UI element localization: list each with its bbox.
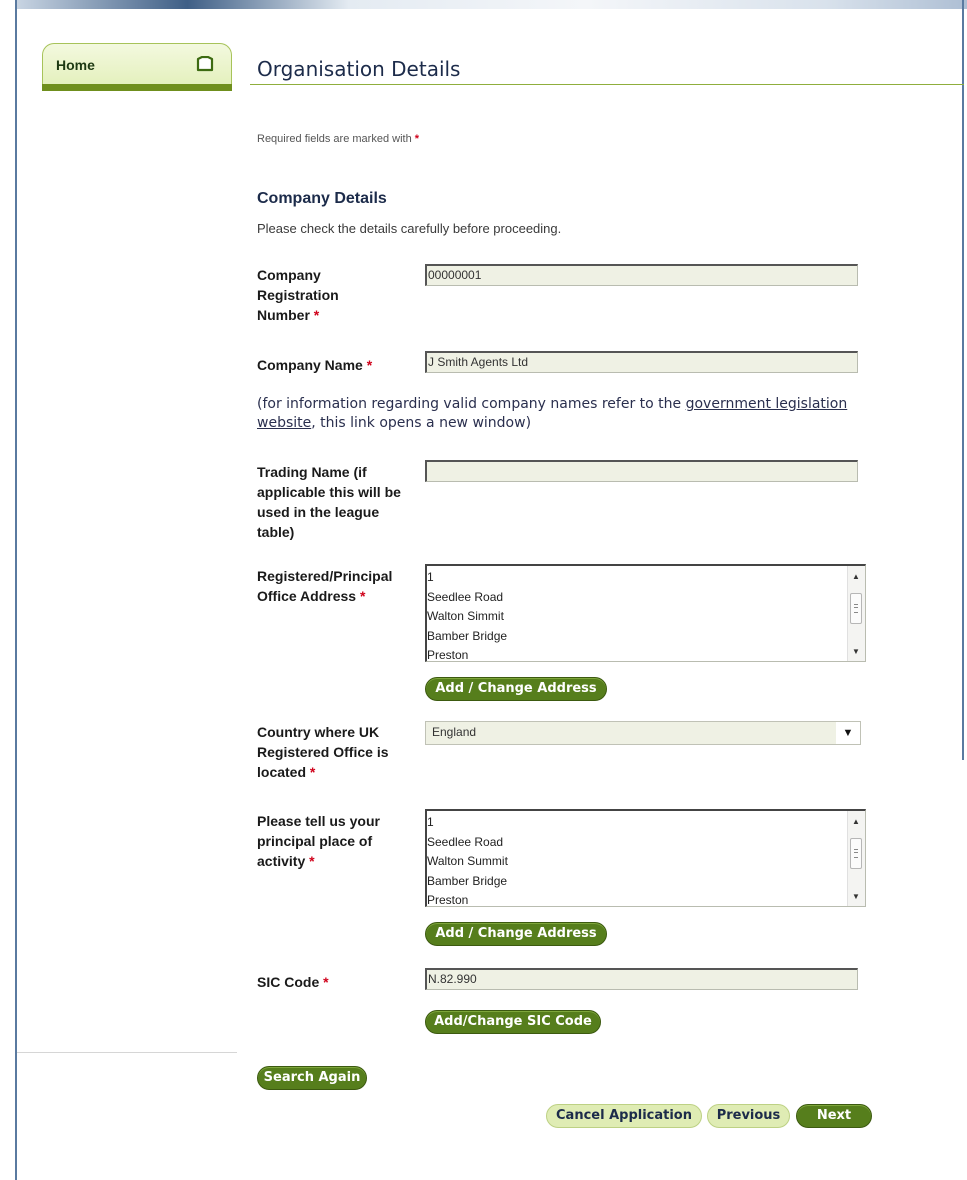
office-address-label: Registered/Principal Office Address *	[257, 566, 417, 606]
trading-name-label: Trading Name (if applicable this will be…	[257, 464, 401, 540]
previous-button[interactable]: Previous	[707, 1104, 790, 1128]
title-divider	[250, 84, 964, 85]
company-name-label: Company Name *	[257, 355, 417, 375]
required-star: *	[366, 357, 373, 373]
office-address-scrollbar[interactable]: ▲ ▼	[847, 566, 865, 661]
address-line: Preston	[427, 893, 469, 907]
sic-code-input[interactable]: N.82.990	[425, 968, 858, 990]
address-line: 1	[427, 570, 434, 584]
activity-address-listbox[interactable]: 1 Seedlee Road Walton Summit Bamber Brid…	[425, 809, 866, 907]
info-text-before: (for information regarding valid company…	[257, 396, 682, 412]
address-line: Preston	[427, 648, 469, 662]
scroll-down-arrow-icon[interactable]: ▼	[852, 647, 860, 656]
scroll-up-arrow-icon[interactable]: ▲	[852, 817, 860, 826]
info-text-after: , this link opens a new window)	[311, 415, 532, 431]
activity-address-label: Please tell us your principal place of a…	[257, 811, 407, 871]
reg-number-label-text: Company Registration Number	[257, 267, 339, 323]
required-note-text: Required fields are marked with	[257, 133, 412, 145]
scroll-thumb[interactable]	[850, 593, 862, 624]
section-subtitle: Please check the details carefully befor…	[257, 221, 562, 236]
office-address-listbox[interactable]: 1 Seedlee Road Walton Simmit Bamber Brid…	[425, 564, 866, 662]
country-label-text: Country where UK Registered Office is lo…	[257, 724, 389, 780]
country-select-value: England	[432, 725, 477, 739]
required-fields-note: Required fields are marked with *	[257, 133, 419, 145]
activity-address-scrollbar[interactable]: ▲ ▼	[847, 811, 865, 906]
sic-code-label: SIC Code *	[257, 972, 417, 992]
company-name-label-text: Company Name	[257, 357, 363, 373]
company-name-info: (for information regarding valid company…	[257, 395, 857, 433]
activity-address-lines: 1 Seedlee Road Walton Summit Bamber Brid…	[427, 813, 847, 907]
reg-number-label: Company Registration Number *	[257, 265, 367, 325]
required-star: *	[309, 764, 316, 780]
home-tab[interactable]: Home	[42, 43, 232, 91]
scroll-down-arrow-icon[interactable]: ▼	[852, 892, 860, 901]
scroll-up-arrow-icon[interactable]: ▲	[852, 572, 860, 581]
trading-name-input[interactable]	[425, 460, 858, 482]
page-title: Organisation Details	[257, 57, 461, 81]
sidebar-divider	[17, 1052, 237, 1053]
cancel-application-button[interactable]: Cancel Application	[546, 1104, 702, 1128]
address-line: 1	[427, 815, 434, 829]
office-address-label-text: Registered/Principal Office Address	[257, 568, 393, 604]
address-line: Seedlee Road	[427, 589, 504, 604]
address-line: Bamber Bridge	[427, 628, 508, 643]
change-office-address-button[interactable]: Add / Change Address	[425, 677, 607, 701]
reg-number-input[interactable]: 00000001	[425, 264, 858, 286]
required-star: *	[359, 588, 366, 604]
address-line: Seedlee Road	[427, 834, 504, 849]
country-select[interactable]: England ▼	[425, 721, 861, 745]
next-button[interactable]: Next	[796, 1104, 872, 1128]
top-banner-strip	[16, 0, 967, 9]
required-star: *	[414, 133, 420, 145]
change-activity-address-button[interactable]: Add / Change Address	[425, 922, 607, 946]
address-line: Bamber Bridge	[427, 873, 508, 888]
change-sic-code-button[interactable]: Add/Change SIC Code	[425, 1010, 601, 1034]
required-star: *	[323, 974, 329, 990]
required-star: *	[313, 307, 320, 323]
frame-left-border	[15, 0, 17, 1180]
frame-right-border	[962, 0, 964, 760]
required-star: *	[309, 853, 315, 869]
country-label: Country where UK Registered Office is lo…	[257, 722, 407, 782]
office-address-lines: 1 Seedlee Road Walton Simmit Bamber Brid…	[427, 568, 847, 662]
activity-address-label-text: Please tell us your principal place of a…	[257, 813, 380, 869]
home-icon	[196, 55, 214, 77]
chevron-down-icon[interactable]: ▼	[836, 722, 860, 744]
section-title: Company Details	[257, 190, 387, 207]
company-name-input[interactable]: J Smith Agents Ltd	[425, 351, 858, 373]
search-again-button[interactable]: Search Again	[257, 1066, 367, 1090]
address-line: Walton Summit	[427, 854, 508, 868]
scroll-thumb[interactable]	[850, 838, 862, 869]
sic-code-label-text: SIC Code	[257, 974, 320, 990]
address-line: Walton Simmit	[427, 609, 504, 623]
home-tab-label: Home	[56, 57, 95, 73]
